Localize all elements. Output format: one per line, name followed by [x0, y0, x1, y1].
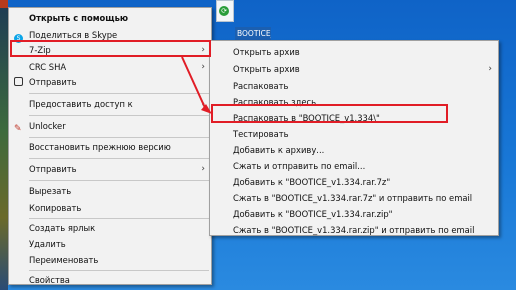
- annotation-arrow: [181, 56, 212, 114]
